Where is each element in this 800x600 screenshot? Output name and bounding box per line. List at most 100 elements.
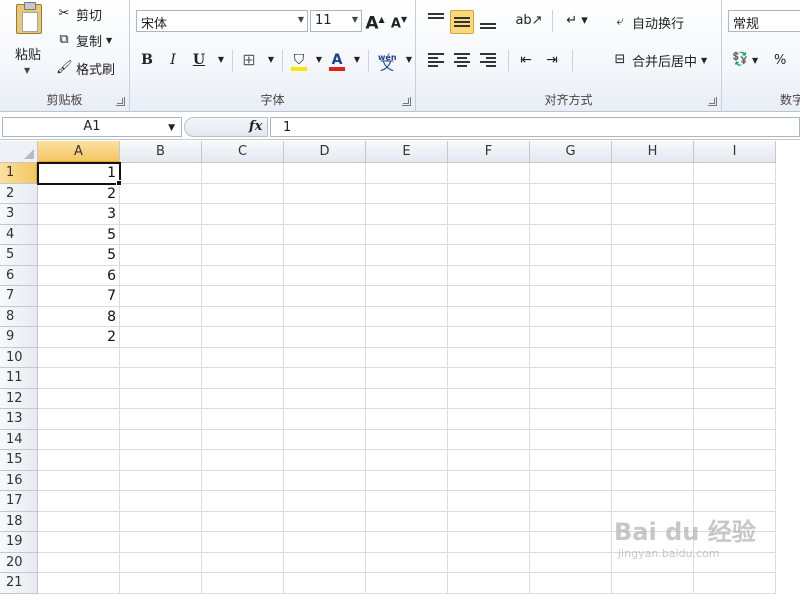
row-header-1[interactable]: 1 (0, 163, 38, 184)
dialog-launcher-icon[interactable] (708, 97, 717, 106)
cell-b6[interactable] (120, 265, 202, 286)
cell-a19[interactable] (38, 532, 120, 553)
paste-button[interactable]: 粘贴 ▼ (6, 2, 50, 80)
cell-c11[interactable] (202, 368, 284, 389)
cell-c18[interactable] (202, 511, 284, 532)
cell-i7[interactable] (694, 286, 776, 307)
chevron-down-icon[interactable]: ▼ (260, 48, 282, 72)
cell-g18[interactable] (530, 511, 612, 532)
cell-d5[interactable] (284, 245, 366, 266)
phonetic-guide-button[interactable]: wén 文 (374, 48, 400, 74)
cell-b2[interactable] (120, 183, 202, 204)
cell-a13[interactable] (38, 409, 120, 430)
cell-i15[interactable] (694, 450, 776, 471)
formula-input[interactable]: 1 (270, 117, 800, 137)
row-header-5[interactable]: 5 (0, 245, 38, 266)
cell-e10[interactable] (366, 347, 448, 368)
cell-h20[interactable] (612, 552, 694, 573)
align-middle-button[interactable] (450, 10, 474, 34)
cell-b21[interactable] (120, 573, 202, 594)
row-header-17[interactable]: 17 (0, 491, 38, 512)
font-name-combo[interactable]: 宋体 ▼ (136, 10, 308, 32)
cell-c8[interactable] (202, 306, 284, 327)
cell-f2[interactable] (448, 183, 530, 204)
cell-i20[interactable] (694, 552, 776, 573)
cell-d3[interactable] (284, 204, 366, 225)
cell-f17[interactable] (448, 491, 530, 512)
select-all-button[interactable] (0, 141, 38, 163)
cell-a15[interactable] (38, 450, 120, 471)
cell-g1[interactable] (530, 163, 612, 184)
cell-a17[interactable] (38, 491, 120, 512)
cell-d2[interactable] (284, 183, 366, 204)
cell-b4[interactable] (120, 224, 202, 245)
bold-button[interactable]: B (136, 48, 158, 72)
cell-i19[interactable] (694, 532, 776, 553)
cell-g9[interactable] (530, 327, 612, 348)
cell-h1[interactable] (612, 163, 694, 184)
font-color-button[interactable]: A (326, 48, 348, 72)
cell-g6[interactable] (530, 265, 612, 286)
cell-c2[interactable] (202, 183, 284, 204)
cell-c5[interactable] (202, 245, 284, 266)
italic-button[interactable]: I (162, 48, 184, 72)
cell-d11[interactable] (284, 368, 366, 389)
insert-function-icon[interactable]: fx (249, 119, 262, 134)
row-header-9[interactable]: 9 (0, 327, 38, 348)
cell-f18[interactable] (448, 511, 530, 532)
row-header-7[interactable]: 7 (0, 286, 38, 307)
cell-h18[interactable] (612, 511, 694, 532)
cell-b20[interactable] (120, 552, 202, 573)
cell-h12[interactable] (612, 388, 694, 409)
cell-h6[interactable] (612, 265, 694, 286)
cell-d16[interactable] (284, 470, 366, 491)
cell-c9[interactable] (202, 327, 284, 348)
number-format-combo[interactable]: 常规 (728, 10, 800, 32)
cell-i10[interactable] (694, 347, 776, 368)
cell-d7[interactable] (284, 286, 366, 307)
copy-button[interactable]: ⧉ 复制 ▼ (56, 30, 112, 50)
font-size-combo[interactable]: 11 ▼ (310, 10, 362, 32)
row-header-18[interactable]: 18 (0, 511, 38, 532)
cell-g13[interactable] (530, 409, 612, 430)
cell-g5[interactable] (530, 245, 612, 266)
accounting-format-button[interactable]: 💱 ▼ (732, 50, 758, 70)
cell-a14[interactable] (38, 429, 120, 450)
border-button[interactable]: ⊞ (238, 48, 260, 72)
cell-f4[interactable] (448, 224, 530, 245)
cell-a10[interactable] (38, 347, 120, 368)
cell-e14[interactable] (366, 429, 448, 450)
cell-i9[interactable] (694, 327, 776, 348)
cell-e2[interactable] (366, 183, 448, 204)
cell-e18[interactable] (366, 511, 448, 532)
cell-a20[interactable] (38, 552, 120, 573)
cell-d4[interactable] (284, 224, 366, 245)
cell-i12[interactable] (694, 388, 776, 409)
cell-f16[interactable] (448, 470, 530, 491)
cell-h13[interactable] (612, 409, 694, 430)
column-header-f[interactable]: F (448, 141, 530, 163)
cell-c10[interactable] (202, 347, 284, 368)
cell-e7[interactable] (366, 286, 448, 307)
row-header-10[interactable]: 10 (0, 347, 38, 368)
cell-b9[interactable] (120, 327, 202, 348)
cell-d10[interactable] (284, 347, 366, 368)
cell-d13[interactable] (284, 409, 366, 430)
cell-d1[interactable] (284, 163, 366, 184)
column-header-b[interactable]: B (120, 141, 202, 163)
cell-g4[interactable] (530, 224, 612, 245)
cell-c20[interactable] (202, 552, 284, 573)
cell-h21[interactable] (612, 573, 694, 594)
cell-g10[interactable] (530, 347, 612, 368)
cell-d19[interactable] (284, 532, 366, 553)
cell-h17[interactable] (612, 491, 694, 512)
column-header-c[interactable]: C (202, 141, 284, 163)
cell-g7[interactable] (530, 286, 612, 307)
cell-a8[interactable]: 8 (38, 306, 120, 327)
row-header-20[interactable]: 20 (0, 552, 38, 573)
column-header-g[interactable]: G (530, 141, 612, 163)
cell-b11[interactable] (120, 368, 202, 389)
cell-h4[interactable] (612, 224, 694, 245)
cell-c15[interactable] (202, 450, 284, 471)
align-left-button[interactable] (424, 48, 448, 72)
